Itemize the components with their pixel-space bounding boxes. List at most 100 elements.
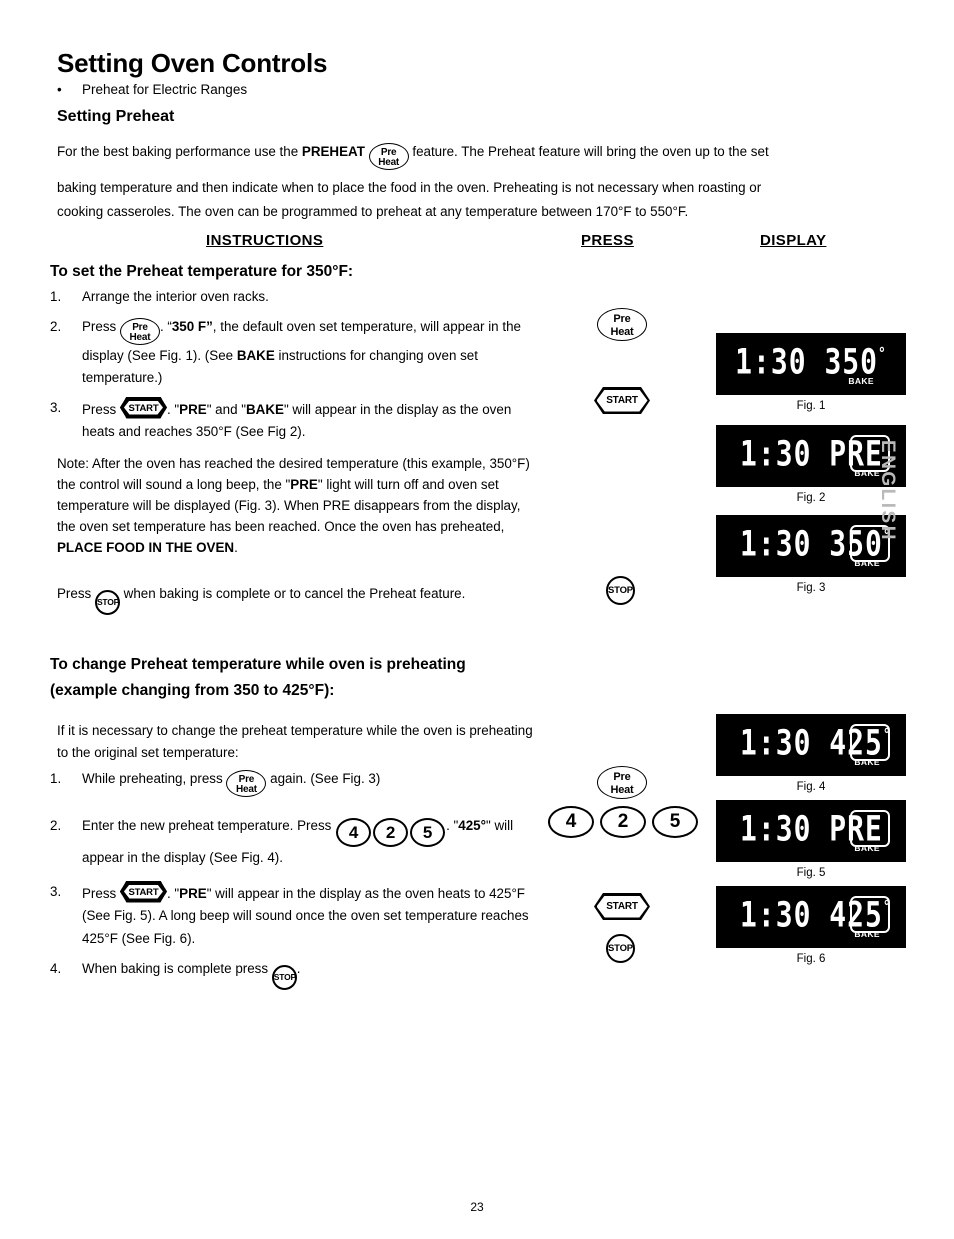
figure-caption: Fig. 1 <box>796 400 826 412</box>
step-number: 1. <box>50 289 62 304</box>
step-text-a: Press <box>82 885 120 901</box>
preheat-label-line2: Heat <box>129 331 151 343</box>
step-number: 3. <box>50 399 62 415</box>
lcd-indicator-box <box>850 724 890 761</box>
step-text-b: . " <box>166 401 180 417</box>
stop-para-text-b: when baking is complete or to cancel the… <box>119 586 466 601</box>
step-text-b: . “ <box>159 318 172 334</box>
press-preheat-button[interactable]: Pre Heat <box>597 766 647 799</box>
section-subtitle: Setting Preheat <box>57 108 175 125</box>
preheat-button-icon[interactable]: Pre Heat <box>368 143 409 170</box>
step-text: Press START. "PRE" and "BAKE" will appea… <box>82 396 530 444</box>
section1-stop-paragraph: Press STOP when baking is complete or to… <box>57 583 537 615</box>
step-emphasis: BAKE <box>236 347 275 363</box>
section1-steps: 1. Arrange the interior oven racks. 2. P… <box>50 286 530 451</box>
step-number: 4. <box>50 961 62 976</box>
preheat-label-line2: Heat <box>610 784 634 796</box>
stop-para-text-a: Press <box>57 586 95 601</box>
step-item: 1. While preheating, press Pre Heat again… <box>50 768 530 797</box>
step-item: 2. Enter the new preheat temperature. Pr… <box>50 815 530 870</box>
step-text-a: Press <box>82 401 120 417</box>
figure-5: 1:30 PRE BAKE Fig. 5 <box>716 800 906 879</box>
press-start-button[interactable]: START <box>594 893 650 920</box>
press-stop-button[interactable]: STOP <box>606 576 635 605</box>
step-item: 4. When baking is complete press STOP. <box>50 958 530 990</box>
press-digit-button-5[interactable]: 5 <box>652 806 698 838</box>
start-button-icon[interactable]: START <box>119 396 167 419</box>
step-item: 2. Press Pre Heat. “350 F”, the default o… <box>50 316 530 390</box>
step-text-b: . " <box>166 885 180 901</box>
note-emphasis-pre: PRE <box>290 477 318 492</box>
figure-caption: Fig. 6 <box>796 953 826 965</box>
press-preheat-button[interactable]: Pre Heat <box>597 308 647 341</box>
preheat-label-line1: Pre <box>132 321 148 333</box>
section2-intro: If it is necessary to change the preheat… <box>57 723 533 760</box>
preheat-label-line2: Heat <box>235 784 257 795</box>
step-text: Press Pre Heat. “350 F”, the default oven… <box>82 316 530 390</box>
note-emphasis-place: PLACE FOOD IN THE OVEN <box>57 540 235 555</box>
press-start-button[interactable]: START <box>594 387 650 414</box>
intro-text-b: feature. The Preheat feature will bring … <box>408 144 769 159</box>
stop-button-icon[interactable]: STOP <box>94 590 120 615</box>
step-text-a: Press <box>82 318 120 334</box>
step-text: While preheating, press Pre Heat again. (… <box>82 768 530 797</box>
intro-line-3: cooking casseroles. The oven can be prog… <box>57 204 689 219</box>
lcd-degree-symbol: ° <box>878 344 887 364</box>
start-label: START <box>123 884 163 899</box>
lcd-display: 1:30 PRE BAKE <box>716 800 906 862</box>
digit-button-5[interactable]: 5 <box>410 818 446 847</box>
step-text-a: While preheating, press <box>82 771 227 786</box>
figure-caption: Fig. 4 <box>796 781 826 793</box>
step-item: 1. Arrange the interior oven racks. <box>50 286 530 309</box>
lcd-readout: 1:30 350° <box>716 341 906 382</box>
step-text: Arrange the interior oven racks. <box>82 289 269 304</box>
lcd-display: 1:30 350° BAKE <box>716 333 906 395</box>
step-emphasis: PRE <box>179 885 207 901</box>
language-side-tab: ENGLISH <box>877 440 898 542</box>
header-bullet-item: • Preheat for Electric Ranges <box>57 82 247 97</box>
press-digit-row: 4 2 5 <box>548 806 698 838</box>
press-stop-button[interactable]: STOP <box>606 934 635 963</box>
step-text-b: . " <box>446 818 459 833</box>
lcd-bake-indicator: BAKE <box>848 376 874 386</box>
preheat-keyword: PREHEAT <box>301 144 365 159</box>
step-item: 3. Press START. "PRE" and "BAKE" will ap… <box>50 396 530 444</box>
step-text-a: Enter the new preheat temperature. Press <box>82 818 336 833</box>
step-text-b: again. (See Fig. 3) <box>266 771 381 786</box>
section1-title: To set the Preheat temperature for 350°F… <box>50 263 354 280</box>
start-label: START <box>596 389 648 412</box>
preheat-label-line1: Pre <box>613 313 631 325</box>
lcd-bake-indicator: BAKE <box>854 929 880 939</box>
start-label: START <box>596 895 648 918</box>
step-number: 2. <box>50 318 62 334</box>
start-label: START <box>123 400 163 415</box>
preheat-button-icon[interactable]: Pre Heat <box>226 770 267 797</box>
step-text: When baking is complete press STOP. <box>82 958 530 990</box>
lcd-bake-indicator: BAKE <box>854 757 880 767</box>
step-text: Enter the new preheat temperature. Press… <box>82 815 530 870</box>
stop-button-icon[interactable]: STOP <box>271 965 297 990</box>
figure-caption: Fig. 3 <box>796 582 826 594</box>
preheat-label-line2: Heat <box>378 157 400 168</box>
step-text: Press START. "PRE" will appear in the di… <box>82 880 530 951</box>
step-number: 1. <box>50 771 62 786</box>
press-digit-button-4[interactable]: 4 <box>548 806 594 838</box>
digit-button-4[interactable]: 4 <box>336 818 372 847</box>
start-button-icon[interactable]: START <box>119 880 167 903</box>
preheat-button-icon[interactable]: Pre Heat <box>119 317 160 345</box>
step-text-a: When baking is complete press <box>82 961 272 976</box>
step-text-c: " and " <box>206 401 246 417</box>
preheat-label-line1: Pre <box>613 771 631 783</box>
step-emphasis: BAKE <box>246 401 284 417</box>
column-header-instructions: INSTRUCTIONS <box>206 232 324 249</box>
page-title: Setting Oven Controls <box>57 48 328 78</box>
digit-button-2[interactable]: 2 <box>373 818 409 847</box>
intro-paragraph: For the best baking performance use the … <box>57 140 883 224</box>
step-number: 3. <box>50 883 62 899</box>
page-number: 23 <box>470 1200 484 1214</box>
step-emphasis: 425° <box>458 818 486 833</box>
press-digit-button-2[interactable]: 2 <box>600 806 646 838</box>
step-number: 2. <box>50 818 62 833</box>
step-emphasis: PRE <box>179 401 207 417</box>
column-header-display: DISPLAY <box>760 232 827 249</box>
